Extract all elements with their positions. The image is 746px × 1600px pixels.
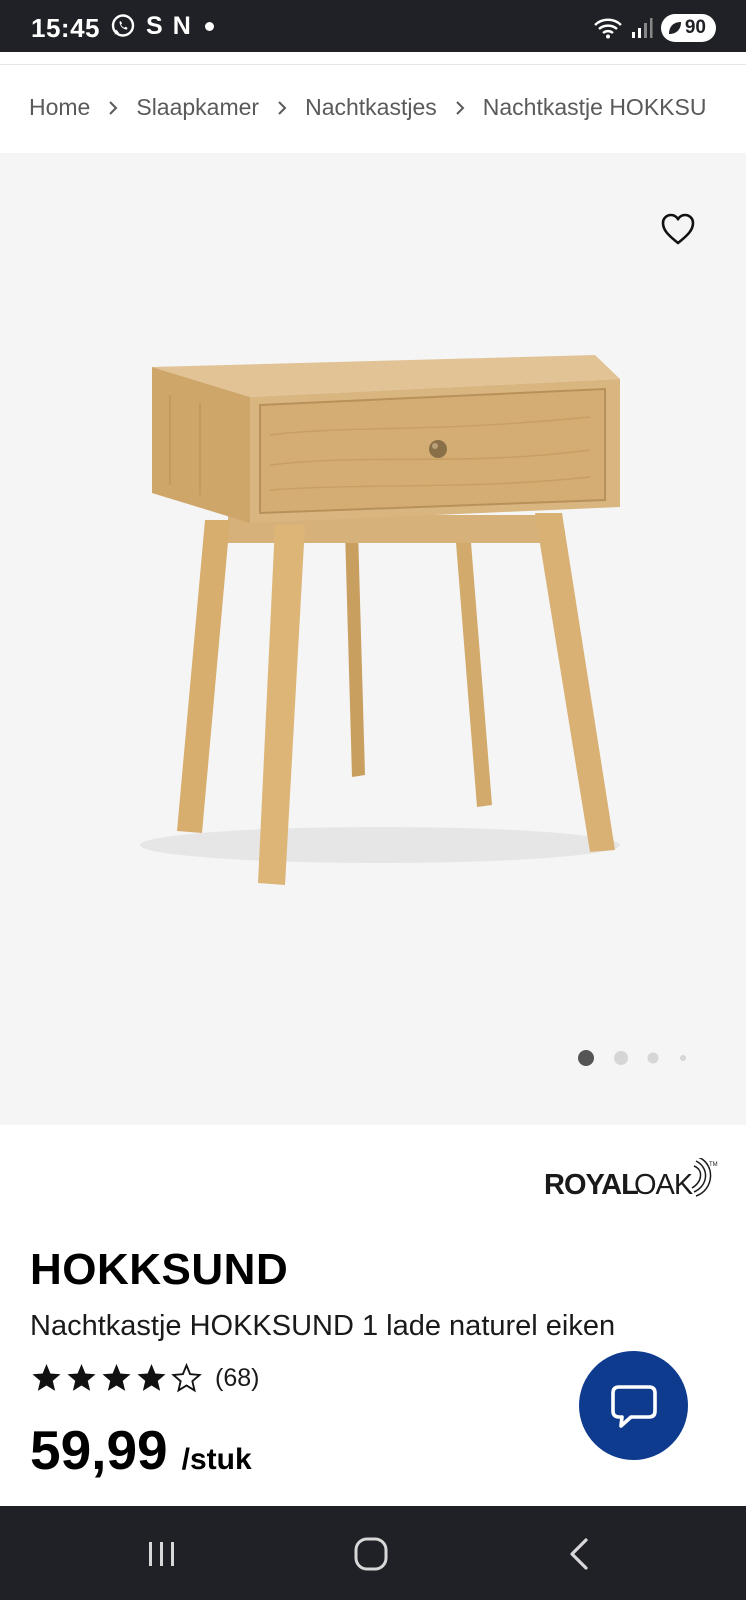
system-nav-bar	[0, 1506, 746, 1600]
n-app-icon: N	[172, 12, 191, 40]
back-icon[interactable]	[562, 1536, 602, 1572]
gallery-pagination[interactable]	[578, 1050, 698, 1066]
breadcrumb: Home Slaapkamer Nachtkastjes Nachtkastje…	[29, 94, 706, 121]
svg-text:TM: TM	[709, 1162, 718, 1168]
star-filled-icon	[102, 1364, 131, 1391]
product-description: Nachtkastje HOKKSUND 1 lade naturel eike…	[30, 1310, 616, 1342]
review-count[interactable]: (68)	[215, 1364, 259, 1393]
product-rating[interactable]: (68)	[30, 1362, 259, 1394]
star-filled-icon	[67, 1364, 96, 1391]
royal-oak-logo: ROYAL OAK TM	[544, 1158, 718, 1201]
star-empty-icon	[171, 1362, 202, 1393]
status-time: 15:45	[31, 13, 100, 43]
product-title: HOKKSUND	[30, 1245, 289, 1294]
chevron-right-icon	[456, 100, 465, 115]
dot-icon	[204, 21, 214, 31]
home-icon[interactable]	[351, 1536, 391, 1572]
battery-indicator: 90	[660, 14, 716, 42]
breadcrumb-slaapkamer[interactable]: Slaapkamer	[136, 94, 259, 121]
price-unit: /stuk	[181, 1443, 252, 1476]
signal-icon	[631, 18, 653, 38]
status-bar: 15:45 S N 90	[0, 0, 746, 52]
chevron-right-icon	[278, 100, 287, 115]
product-price: 59,99	[30, 1419, 168, 1481]
breadcrumb-nachtkastjes[interactable]: Nachtkastjes	[305, 94, 437, 121]
battery-leaf-icon	[668, 22, 681, 34]
status-system-icons: 90	[593, 14, 716, 42]
product-image-nightstand	[140, 355, 620, 885]
chevron-right-icon	[109, 100, 118, 115]
breadcrumb-home[interactable]: Home	[29, 94, 90, 121]
star-filled-icon	[32, 1364, 61, 1391]
whatsapp-icon	[111, 14, 135, 37]
status-app-icons: S N	[110, 12, 214, 40]
breadcrumb-current[interactable]: Nachtkastje HOKKSU	[483, 94, 707, 121]
s-app-icon: S	[146, 12, 163, 40]
chat-button[interactable]	[579, 1351, 688, 1460]
star-filled-icon	[137, 1364, 166, 1391]
svg-text:OAK: OAK	[634, 1169, 694, 1201]
chat-bubble-icon	[610, 1384, 657, 1428]
wifi-icon	[594, 18, 622, 39]
rating-stars	[30, 1362, 203, 1394]
header-divider	[0, 64, 746, 65]
svg-text:ROYAL: ROYAL	[544, 1169, 638, 1201]
recent-apps-icon[interactable]	[142, 1536, 182, 1572]
battery-level: 90	[684, 17, 706, 38]
price-row: 59,99 /stuk	[30, 1418, 252, 1482]
heart-icon[interactable]	[660, 212, 696, 246]
